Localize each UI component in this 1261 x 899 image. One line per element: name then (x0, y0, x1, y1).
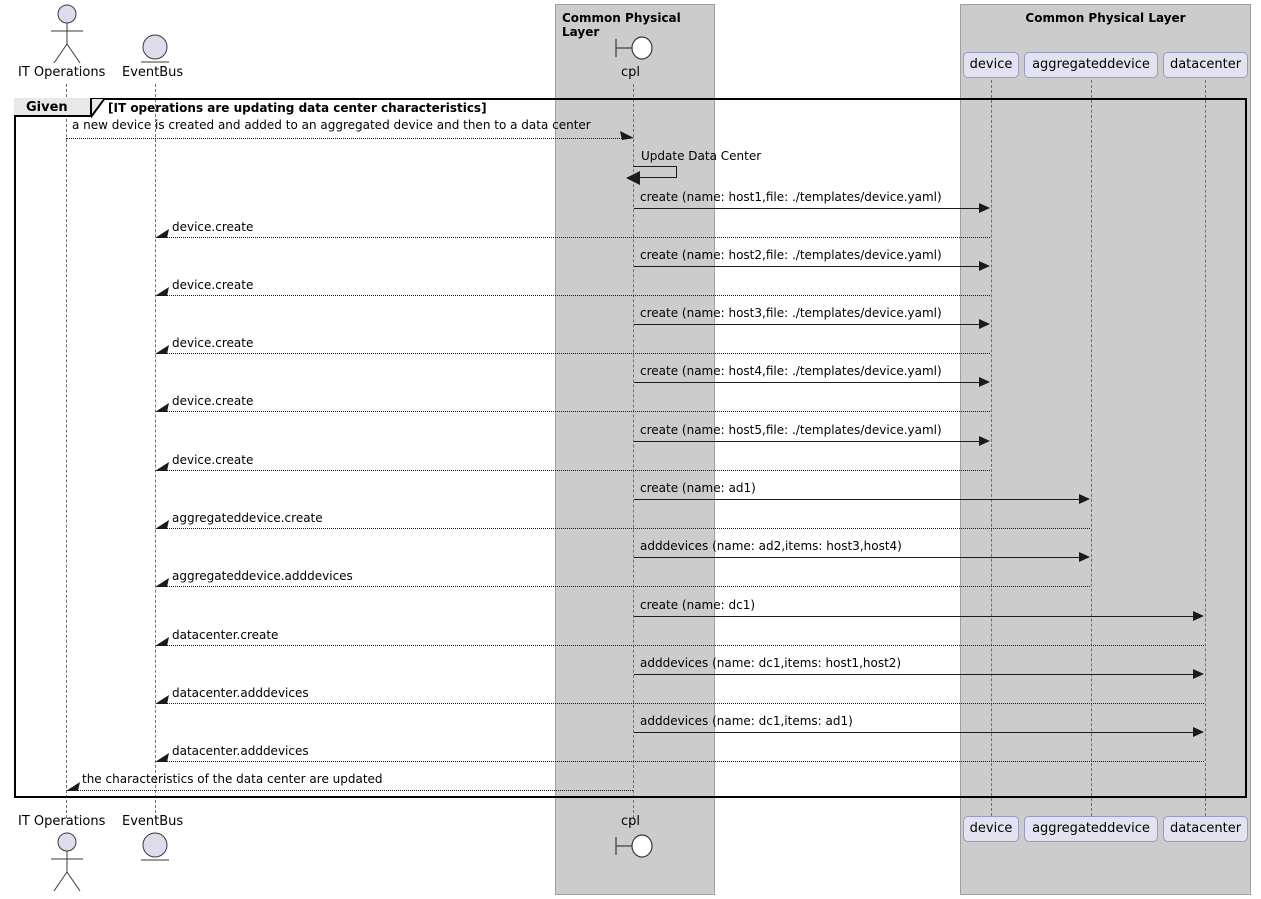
message-label-m1: a new device is created and added to an … (72, 118, 591, 132)
message-label-m6: device.create (172, 278, 254, 292)
participant-label-eventbus: EventBus (122, 65, 184, 80)
footer-participant-device-label: device (969, 821, 1013, 836)
message-line-m4 (166, 237, 990, 238)
message-label-m22: datacenter.adddevices (172, 744, 309, 758)
participant-label-cpl: cpl (621, 65, 641, 80)
message-line-m9 (634, 382, 980, 383)
message-arrowhead-m13 (1079, 494, 1090, 504)
message-label-m18: datacenter.create (172, 628, 279, 642)
message-label-m11: create (name: host5,file: ./templates/de… (640, 423, 942, 437)
footer-interface-figure-cpl (615, 834, 653, 858)
message-label-m7: create (name: host3,file: ./templates/de… (640, 306, 942, 320)
entity-figure-eventbus (141, 34, 169, 63)
message-arrowhead-m6 (155, 287, 169, 296)
footer-label-it-operations: IT Operations (18, 814, 106, 829)
message-label-m8: device.create (172, 336, 254, 350)
message-line-m15 (634, 557, 1080, 558)
message-line-m1 (66, 138, 630, 139)
message-line-m6 (166, 295, 990, 296)
message-arrowhead-m19 (1193, 669, 1204, 679)
message-line-m7 (634, 324, 980, 325)
footer-entity-figure-eventbus (141, 832, 169, 861)
footer-label-cpl: cpl (621, 814, 641, 829)
message-label-m19: adddevices (name: dc1,items: host1,host2… (640, 656, 902, 670)
message-label-m17: create (name: dc1) (640, 598, 756, 612)
fragment-tab-corner (91, 98, 105, 118)
fragment-label-tab: Given (14, 98, 92, 117)
message-line-m18 (166, 645, 1204, 646)
message-arrowhead-m4 (155, 229, 169, 238)
message-label-m16: aggregateddevice.adddevices (172, 569, 353, 583)
participant-aggregateddevice[interactable]: aggregateddevice (1024, 52, 1158, 78)
message-line-m20 (166, 703, 1204, 704)
message-arrowhead-m3 (979, 203, 990, 213)
message-arrowhead-m5 (979, 261, 990, 271)
message-label-m20: datacenter.adddevices (172, 686, 309, 700)
message-arrowhead-m23 (66, 782, 80, 791)
message-label-m14: aggregateddevice.create (172, 511, 323, 525)
footer-participant-aggregateddevice-label: aggregateddevice (1032, 821, 1150, 836)
message-line-m12 (166, 470, 990, 471)
actor-figure-it-operations (51, 4, 83, 64)
message-label-m10: device.create (172, 394, 254, 408)
message-arrowhead-m16 (155, 578, 169, 587)
footer-participant-datacenter[interactable]: datacenter (1163, 816, 1248, 842)
participant-device-label: device (969, 57, 1013, 72)
message-line-m19 (634, 674, 1194, 675)
group-title-right: Common Physical Layer (1025, 11, 1186, 25)
message-line-m17 (634, 616, 1194, 617)
message-line-m22 (166, 761, 1204, 762)
footer-label-eventbus: EventBus (122, 814, 184, 829)
message-arrowhead-m14 (155, 520, 169, 529)
footer-participant-aggregateddevice[interactable]: aggregateddevice (1024, 816, 1158, 842)
message-label-m5: create (name: host2,file: ./templates/de… (640, 248, 942, 262)
message-label-m9: create (name: host4,file: ./templates/de… (640, 364, 942, 378)
message-label-m3: create (name: host1,file: ./templates/de… (640, 190, 942, 204)
message-arrowhead-m12 (155, 462, 169, 471)
participant-aggregateddevice-label: aggregateddevice (1032, 57, 1150, 72)
message-arrowhead-m11 (979, 436, 990, 446)
message-arrowhead-m15 (1079, 552, 1090, 562)
message-arrowhead-m22 (155, 753, 169, 762)
message-label-m12: device.create (172, 453, 254, 467)
participant-device[interactable]: device (963, 52, 1019, 78)
message-line-m11 (634, 441, 980, 442)
message-label-m13: create (name: ad1) (640, 481, 756, 495)
message-line-m3 (634, 208, 980, 209)
message-label-m4: device.create (172, 220, 254, 234)
message-arrowhead-m17 (1193, 611, 1204, 621)
message-line-m5 (634, 266, 980, 267)
message-arrowhead-m1 (620, 131, 634, 140)
message-arrowhead-m2 (626, 171, 640, 185)
message-label-m21: adddevices (name: dc1,items: ad1) (640, 714, 853, 728)
message-line-m16 (166, 586, 1090, 587)
interface-figure-cpl (615, 36, 653, 60)
message-label-m23: the characteristics of the data center a… (82, 772, 383, 786)
fragment-condition: [IT operations are updating data center … (108, 101, 487, 115)
message-arrowhead-m18 (155, 637, 169, 646)
message-arrowhead-m10 (155, 403, 169, 412)
message-line-m8 (166, 353, 990, 354)
message-line-m23 (77, 790, 633, 791)
fragment-label: Given (26, 100, 68, 115)
footer-participant-device[interactable]: device (963, 816, 1019, 842)
footer-participant-datacenter-label: datacenter (1169, 821, 1242, 836)
message-line-m10 (166, 411, 990, 412)
message-arrowhead-m7 (979, 319, 990, 329)
message-label-m2: Update Data Center (641, 149, 762, 163)
message-arrowhead-m21 (1193, 727, 1204, 737)
message-label-m15: adddevices (name: ad2,items: host3,host4… (640, 539, 902, 553)
message-line-m13 (634, 499, 1080, 500)
participant-label-it-operations: IT Operations (18, 65, 106, 80)
message-arrowhead-m20 (155, 695, 169, 704)
message-line-m21 (634, 732, 1194, 733)
participant-datacenter-label: datacenter (1169, 57, 1242, 72)
message-line-m14 (166, 528, 1090, 529)
footer-actor-figure-it-operations (51, 832, 83, 892)
sequence-diagram-canvas: Common Physical Layer Common Physical La… (0, 0, 1261, 899)
message-arrowhead-m9 (979, 377, 990, 387)
message-arrowhead-m8 (155, 345, 169, 354)
participant-datacenter[interactable]: datacenter (1163, 52, 1248, 78)
